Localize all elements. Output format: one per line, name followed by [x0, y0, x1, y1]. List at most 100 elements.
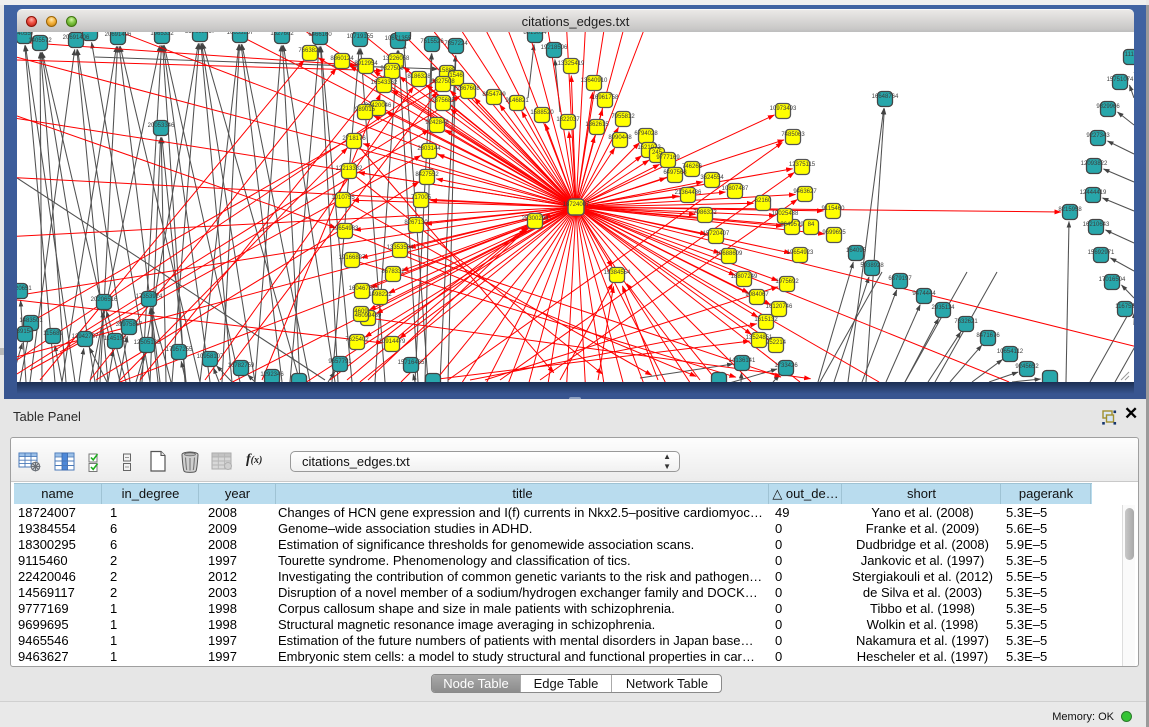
svg-text:2935114: 2935114 — [932, 305, 956, 311]
svg-text:16961758: 16961758 — [592, 95, 619, 101]
svg-text:1405572: 1405572 — [28, 38, 52, 44]
svg-text:5938928: 5938928 — [860, 263, 884, 269]
svg-text:9657791: 9657791 — [328, 359, 352, 365]
svg-text:20053346: 20053346 — [148, 123, 175, 129]
svg-text:20691406: 20691406 — [105, 32, 132, 38]
svg-text:10914479: 10914479 — [379, 339, 406, 345]
svg-text:7986322: 7986322 — [693, 210, 717, 216]
svg-text:17353924: 17353924 — [136, 294, 163, 300]
svg-text:12942757: 12942757 — [72, 334, 99, 340]
svg-text:7632621: 7632621 — [954, 319, 978, 325]
svg-text:1145194: 1145194 — [104, 336, 128, 342]
svg-text:16210643: 16210643 — [1083, 222, 1110, 228]
svg-text:16543362: 16543362 — [371, 80, 398, 86]
svg-text:15692971: 15692971 — [1088, 250, 1115, 256]
svg-text:4609: 4609 — [354, 309, 368, 315]
svg-text:8427552: 8427552 — [415, 172, 439, 178]
svg-text:12093822: 12093822 — [1081, 161, 1108, 167]
svg-text:6379197: 6379197 — [888, 276, 912, 282]
svg-text:9699695: 9699695 — [822, 230, 846, 236]
svg-text:1483501: 1483501 — [19, 318, 43, 324]
svg-text:9115460: 9115460 — [822, 206, 846, 212]
svg-text:2718176: 2718176 — [342, 136, 366, 142]
svg-text:9242848: 9242848 — [425, 120, 449, 126]
svg-text:39975867: 39975867 — [116, 322, 143, 328]
svg-text:10719155: 10719155 — [347, 34, 374, 40]
svg-text:9463627: 9463627 — [793, 189, 817, 195]
svg-text:7357224: 7357224 — [444, 41, 468, 47]
svg-text:3624554: 3624554 — [700, 175, 724, 181]
svg-text:7485063: 7485063 — [781, 132, 805, 138]
svg-text:8267130: 8267130 — [404, 220, 428, 226]
svg-text:16648764: 16648764 — [872, 94, 899, 100]
svg-text:12505135: 12505135 — [134, 340, 161, 346]
svg-text:17016504: 17016504 — [1099, 277, 1126, 283]
svg-text:8312: 8312 — [83, 32, 97, 34]
svg-text:14136141: 14136141 — [729, 358, 756, 364]
svg-text:18724007: 18724007 — [563, 202, 590, 208]
svg-text:15720407: 15720407 — [703, 231, 730, 237]
svg-text:21364436: 21364436 — [675, 190, 702, 196]
svg-text:9829966: 9829966 — [1096, 104, 1120, 110]
svg-text:1117: 1117 — [1125, 52, 1134, 58]
svg-text:115689: 115689 — [43, 331, 63, 337]
svg-text:2803144: 2803144 — [417, 146, 441, 152]
svg-text:2867608: 2867608 — [456, 86, 480, 92]
svg-text:9474444: 9474444 — [912, 291, 936, 297]
svg-text:7663822: 7663822 — [298, 48, 322, 54]
svg-text:8912954: 8912954 — [354, 61, 378, 67]
svg-text:6466160: 6466160 — [308, 32, 332, 38]
svg-text:1527602: 1527602 — [270, 32, 294, 37]
svg-text:8990448: 8990448 — [608, 135, 632, 141]
svg-text:15751074: 15751074 — [1107, 77, 1134, 83]
svg-text:16120746: 16120746 — [766, 304, 793, 310]
svg-text:10973493: 10973493 — [770, 106, 797, 112]
svg-text:8215958: 8215958 — [1058, 207, 1082, 213]
svg-text:7515526: 7515526 — [420, 39, 444, 45]
svg-text:717005: 717005 — [411, 195, 432, 201]
svg-text:84: 84 — [808, 222, 815, 228]
svg-text:19654923: 19654923 — [787, 250, 814, 256]
svg-text:8678332: 8678332 — [381, 269, 405, 275]
svg-text:1065332: 1065332 — [150, 32, 174, 37]
svg-text:13640910: 13640910 — [581, 78, 608, 84]
svg-text:9146821: 9146821 — [505, 98, 529, 104]
svg-text:116753: 116753 — [1115, 304, 1134, 310]
svg-text:1588520: 1588520 — [530, 110, 554, 116]
svg-text:10033809: 10033809 — [390, 32, 417, 34]
svg-text:310653267: 310653267 — [185, 32, 216, 35]
svg-text:17957255: 17957255 — [166, 347, 193, 353]
svg-text:8860124: 8860124 — [330, 56, 354, 62]
svg-text:1498222: 1498222 — [368, 292, 392, 298]
svg-text:10671355: 10671355 — [385, 36, 412, 42]
svg-text:8813054: 8813054 — [523, 32, 547, 36]
svg-text:13325419: 13325419 — [558, 61, 585, 67]
svg-text:9777169: 9777169 — [656, 155, 680, 161]
svg-text:10958107: 10958107 — [197, 354, 224, 360]
svg-text:1733426: 1733426 — [774, 363, 798, 369]
svg-text:9327508: 9327508 — [431, 79, 455, 85]
svg-text:10807487: 10807487 — [722, 186, 749, 192]
svg-text:1010755: 1010755 — [331, 195, 355, 201]
svg-text:989015: 989015 — [355, 107, 376, 113]
svg-text:9227343: 9227343 — [1086, 133, 1110, 139]
svg-text:12375115: 12375115 — [789, 162, 816, 168]
svg-text:9084067: 9084067 — [745, 292, 769, 298]
svg-text:1292346: 1292346 — [260, 372, 284, 378]
svg-text:140557: 140557 — [17, 32, 35, 37]
svg-text:20206516: 20206516 — [91, 297, 118, 303]
svg-text:19384554: 19384554 — [604, 270, 631, 276]
svg-text:20691406: 20691406 — [63, 35, 90, 41]
svg-text:18807249: 18807249 — [731, 274, 758, 280]
svg-text:7955812: 7955812 — [611, 114, 635, 120]
svg-text:12444419: 12444419 — [1080, 190, 1107, 196]
svg-text:39154: 39154 — [17, 329, 34, 335]
svg-text:25300293: 25300293 — [522, 216, 549, 222]
svg-text:1362615: 1362615 — [585, 122, 609, 128]
svg-text:3375685: 3375685 — [431, 98, 455, 104]
svg-text:2649579: 2649579 — [780, 222, 804, 228]
svg-text:19654983: 19654983 — [332, 226, 359, 232]
svg-text:10654112: 10654112 — [997, 349, 1024, 355]
svg-text:10688609: 10688609 — [716, 251, 743, 257]
svg-text:10025438: 10025438 — [772, 211, 799, 217]
